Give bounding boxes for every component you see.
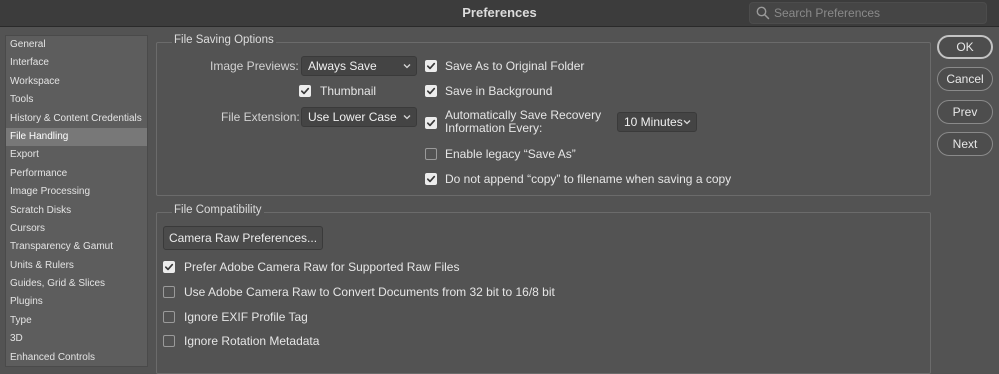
checkmark-icon xyxy=(164,263,174,271)
prev-button[interactable]: Prev xyxy=(937,100,993,124)
legacy-save-as-checkbox[interactable] xyxy=(425,148,437,160)
checkmark-icon xyxy=(300,87,310,95)
prefer-acr-checkbox[interactable] xyxy=(163,261,175,273)
ignore-rotation-checkbox[interactable] xyxy=(163,335,175,347)
sidebar-item-transparency-gamut[interactable]: Transparency & Gamut xyxy=(6,238,147,256)
ignore-rotation-label: Ignore Rotation Metadata xyxy=(184,334,320,348)
sidebar-item-image-processing[interactable]: Image Processing xyxy=(6,183,147,201)
sidebar-item-workspace[interactable]: Workspace xyxy=(6,73,147,91)
auto-save-interval-select[interactable]: 10 Minutes xyxy=(617,112,697,132)
cancel-button[interactable]: Cancel xyxy=(937,67,993,91)
chevron-down-icon xyxy=(683,120,691,125)
legacy-save-as-label: Enable legacy “Save As” xyxy=(445,147,576,161)
ignore-exif-checkbox[interactable] xyxy=(163,311,175,323)
sidebar-item-3d[interactable]: 3D xyxy=(6,330,147,348)
sidebar-item-export[interactable]: Export xyxy=(6,146,147,164)
chevron-down-icon xyxy=(403,115,411,120)
save-as-original-label: Save As to Original Folder xyxy=(445,59,585,73)
auto-save-label: Automatically Save Recovery Information … xyxy=(445,109,601,135)
auto-save-interval-value: 10 Minutes xyxy=(624,115,683,129)
file-extension-label: File Extension: xyxy=(221,110,300,124)
prefer-acr-label: Prefer Adobe Camera Raw for Supported Ra… xyxy=(184,260,460,274)
checkmark-icon xyxy=(426,175,436,183)
no-copy-checkbox[interactable] xyxy=(425,173,437,185)
search-box[interactable] xyxy=(749,2,987,24)
file-extension-select[interactable]: Use Lower Case xyxy=(301,107,417,127)
sidebar-item-cursors[interactable]: Cursors xyxy=(6,220,147,238)
thumbnail-label: Thumbnail xyxy=(320,84,377,98)
convert-32-bit-checkbox[interactable] xyxy=(163,286,175,298)
save-background-label: Save in Background xyxy=(445,84,553,98)
group-title-file-saving: File Saving Options xyxy=(172,34,276,46)
sidebar-item-performance[interactable]: Performance xyxy=(6,165,147,183)
sidebar-item-general[interactable]: General xyxy=(6,36,147,54)
checkmark-icon xyxy=(426,87,436,95)
auto-save-checkbox[interactable] xyxy=(425,117,437,129)
sidebar-item-tools[interactable]: Tools xyxy=(6,91,147,109)
sidebar-item-scratch-disks[interactable]: Scratch Disks xyxy=(6,202,147,220)
sidebar-item-interface[interactable]: Interface xyxy=(6,54,147,72)
search-input[interactable] xyxy=(774,3,979,23)
chevron-down-icon xyxy=(403,64,411,69)
image-previews-value: Always Save xyxy=(308,59,377,73)
auto-save-label-line-2: Information Every: xyxy=(445,121,543,135)
ignore-exif-label: Ignore EXIF Profile Tag xyxy=(184,310,308,324)
sidebar: General Interface Workspace Tools History & … xyxy=(5,35,148,367)
sidebar-item-plugins[interactable]: Plugins xyxy=(6,293,147,311)
title-bar: Preferences xyxy=(0,0,999,27)
save-background-checkbox[interactable] xyxy=(425,85,437,97)
sidebar-item-units-rulers[interactable]: Units & Rulers xyxy=(6,257,147,275)
ok-button[interactable]: OK xyxy=(937,35,993,59)
search-icon xyxy=(756,6,770,20)
thumbnail-checkbox[interactable] xyxy=(299,85,311,97)
checkmark-icon xyxy=(426,119,436,127)
convert-32-bit-label: Use Adobe Camera Raw to Convert Document… xyxy=(184,285,555,299)
file-extension-value: Use Lower Case xyxy=(308,110,397,124)
checkmark-icon xyxy=(426,62,436,70)
sidebar-item-history-content-credentials[interactable]: History & Content Credentials xyxy=(6,110,147,128)
sidebar-item-file-handling[interactable]: File Handling xyxy=(6,127,147,147)
save-as-original-checkbox[interactable] xyxy=(425,60,437,72)
sidebar-item-guides-grid-slices[interactable]: Guides, Grid & Slices xyxy=(6,275,147,293)
image-previews-label: Image Previews: xyxy=(210,59,299,73)
no-copy-label: Do not append “copy” to filename when sa… xyxy=(445,172,732,186)
group-title-file-compat: File Compatibility xyxy=(172,204,264,216)
sidebar-item-type[interactable]: Type xyxy=(6,312,147,330)
sidebar-item-enhanced-controls[interactable]: Enhanced Controls xyxy=(6,349,147,366)
image-previews-select[interactable]: Always Save xyxy=(301,56,417,76)
camera-raw-preferences-button[interactable]: Camera Raw Preferences... xyxy=(163,226,323,250)
next-button[interactable]: Next xyxy=(937,132,993,156)
